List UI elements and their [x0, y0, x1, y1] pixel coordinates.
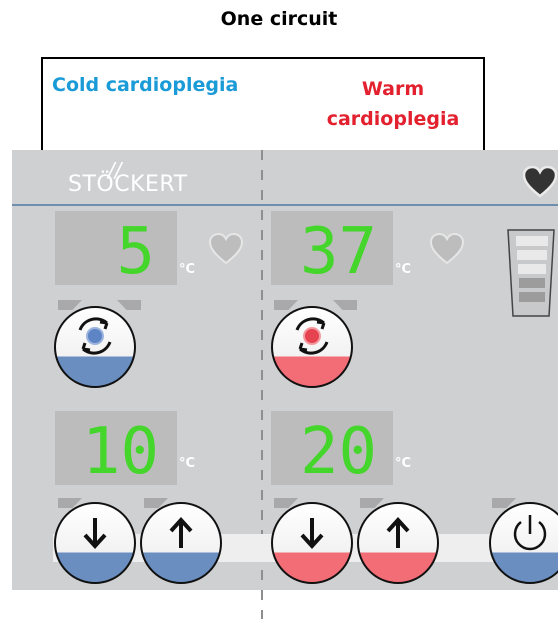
page-title: One circuit — [220, 8, 338, 30]
cold-up-button[interactable] — [140, 502, 222, 584]
heart-icon — [523, 166, 557, 198]
rotate-red-dot-icon — [295, 317, 329, 355]
warm-bottom-temp-value: 20 — [300, 415, 377, 485]
arrow-down-icon — [83, 518, 107, 549]
cold-mode-button[interactable] — [54, 306, 136, 388]
cold-bottom-temp-value: 10 — [82, 415, 159, 485]
heart-outline-icon — [208, 232, 244, 265]
warm-set-temp-value: 37 — [300, 215, 377, 285]
warm-label-line1: Warm — [361, 78, 425, 100]
warm-mode-button[interactable] — [271, 306, 353, 388]
power-icon — [513, 515, 547, 551]
logo-mark: // — [108, 158, 122, 182]
heart-outline-icon — [429, 232, 465, 265]
cold-cardioplegia-label: Cold cardioplegia — [52, 74, 239, 96]
panel-divider — [12, 204, 558, 206]
cold-set-temp-digits: 5 — [116, 215, 155, 285]
cold-down-button[interactable] — [54, 502, 136, 584]
cold-bottom-unit: °C — [179, 456, 196, 471]
arrow-up-icon — [386, 517, 410, 548]
cold-set-unit: °C — [179, 262, 196, 277]
cold-set-temp-value: 5 — [116, 215, 155, 285]
warm-set-temp-digits: 37 — [300, 215, 377, 285]
arrow-down-icon — [300, 518, 324, 549]
arrow-up-icon — [169, 517, 193, 548]
stockert-logo: STÖCKERT — [68, 172, 188, 197]
warm-bottom-unit: °C — [395, 456, 412, 471]
warm-down-button[interactable] — [271, 502, 353, 584]
cold-bottom-temp-digits: 10 — [82, 415, 159, 485]
warm-label-line2: cardioplegia — [326, 108, 460, 130]
level-indicator-icon — [507, 229, 555, 317]
rotate-blue-dot-icon — [78, 317, 112, 355]
warm-up-button[interactable] — [357, 502, 439, 584]
warm-bottom-temp-digits: 20 — [300, 415, 377, 485]
power-button[interactable] — [489, 502, 558, 584]
warm-set-unit: °C — [395, 262, 412, 277]
warm-cardioplegia-label: Warm cardioplegia — [318, 74, 468, 134]
